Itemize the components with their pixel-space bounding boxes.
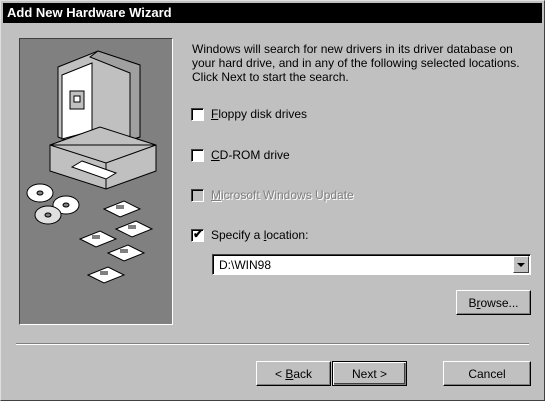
- wizard-window: Add New Hardware Wizard Windows will sea…: [0, 0, 545, 401]
- cdrom-checkbox[interactable]: [191, 148, 204, 162]
- floppy-label: Floppy disk drives: [211, 107, 308, 121]
- chevron-down-icon: [517, 263, 525, 267]
- back-label: < Back: [274, 366, 313, 381]
- next-button[interactable]: Next >: [332, 361, 407, 386]
- window-title: Add New Hardware Wizard: [7, 5, 172, 20]
- next-label: Next >: [351, 366, 387, 381]
- wizard-illustration: [19, 38, 173, 325]
- intro-text: Windows will search for new drivers in i…: [192, 42, 520, 84]
- floppy-option[interactable]: Floppy disk drives: [191, 106, 307, 122]
- browse-label: Browse...: [468, 295, 519, 310]
- cdrom-label: CD-ROM drive: [211, 148, 290, 162]
- back-button[interactable]: < Back: [256, 361, 331, 386]
- title-bar[interactable]: Add New Hardware Wizard: [3, 3, 542, 23]
- location-input[interactable]: D:\WIN98: [219, 258, 271, 272]
- cancel-button[interactable]: Cancel: [443, 361, 531, 386]
- windows-update-option: Microsoft Windows Update: [191, 187, 354, 203]
- windows-update-label: Microsoft Windows Update: [211, 188, 354, 202]
- computer-and-discs-illustration: [26, 50, 157, 284]
- specify-location-option[interactable]: ✔ Specify a location:: [191, 227, 308, 243]
- specify-location-label: Specify a location:: [211, 228, 309, 242]
- floppy-checkbox[interactable]: [191, 107, 204, 121]
- browse-button[interactable]: Browse...: [456, 290, 531, 315]
- checkmark-icon: ✔: [193, 226, 204, 241]
- specify-location-checkbox[interactable]: ✔: [191, 226, 204, 242]
- windows-update-checkbox: [191, 188, 204, 202]
- location-dropdown-button[interactable]: [513, 256, 529, 273]
- cancel-label: Cancel: [468, 366, 506, 381]
- location-combobox[interactable]: D:\WIN98: [212, 254, 531, 275]
- cdrom-option[interactable]: CD-ROM drive: [191, 147, 290, 163]
- divider: [16, 343, 529, 345]
